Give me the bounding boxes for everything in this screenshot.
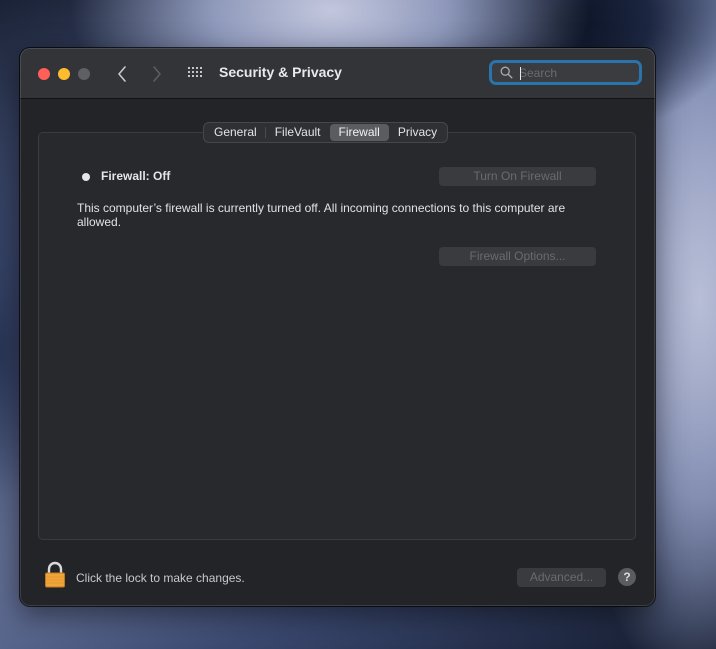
search-input[interactable] <box>519 63 629 82</box>
tab-privacy[interactable]: Privacy <box>389 124 446 141</box>
window-title: Security & Privacy <box>219 64 342 80</box>
tab-firewall[interactable]: Firewall <box>329 124 389 141</box>
tab-general[interactable]: General <box>205 124 266 141</box>
close-button[interactable] <box>38 68 50 80</box>
grid-icon <box>186 65 206 81</box>
firewall-description: This computer’s firewall is currently tu… <box>77 201 566 229</box>
back-button[interactable] <box>111 62 133 86</box>
tab-filevault[interactable]: FileVault <box>266 124 330 141</box>
search-field[interactable] <box>489 60 642 85</box>
tab-bar: General FileVault Firewall Privacy <box>203 122 449 143</box>
zoom-button[interactable] <box>78 68 90 80</box>
lock-icon <box>45 561 65 588</box>
firewall-status-label: Firewall: Off <box>101 169 171 183</box>
help-button[interactable]: ? <box>618 568 636 586</box>
turn-on-firewall-button[interactable]: Turn On Firewall <box>439 167 596 186</box>
chevron-left-icon <box>118 66 126 82</box>
security-privacy-window: Security & Privacy General FileVault Fir… <box>20 48 655 606</box>
status-dot-icon <box>82 173 90 181</box>
title-bar[interactable]: Security & Privacy <box>20 48 655 99</box>
magnifying-glass-icon <box>500 66 513 79</box>
chevron-right-icon <box>153 66 161 82</box>
minimize-button[interactable] <box>58 68 70 80</box>
tab-content-panel <box>38 132 636 540</box>
lock-instruction-text: Click the lock to make changes. <box>76 571 245 585</box>
forward-button[interactable] <box>146 62 168 86</box>
show-all-button[interactable] <box>186 65 206 81</box>
advanced-button[interactable]: Advanced... <box>517 568 606 587</box>
firewall-options-button[interactable]: Firewall Options... <box>439 247 596 266</box>
text-caret <box>520 67 521 80</box>
lock-button[interactable] <box>44 561 66 594</box>
